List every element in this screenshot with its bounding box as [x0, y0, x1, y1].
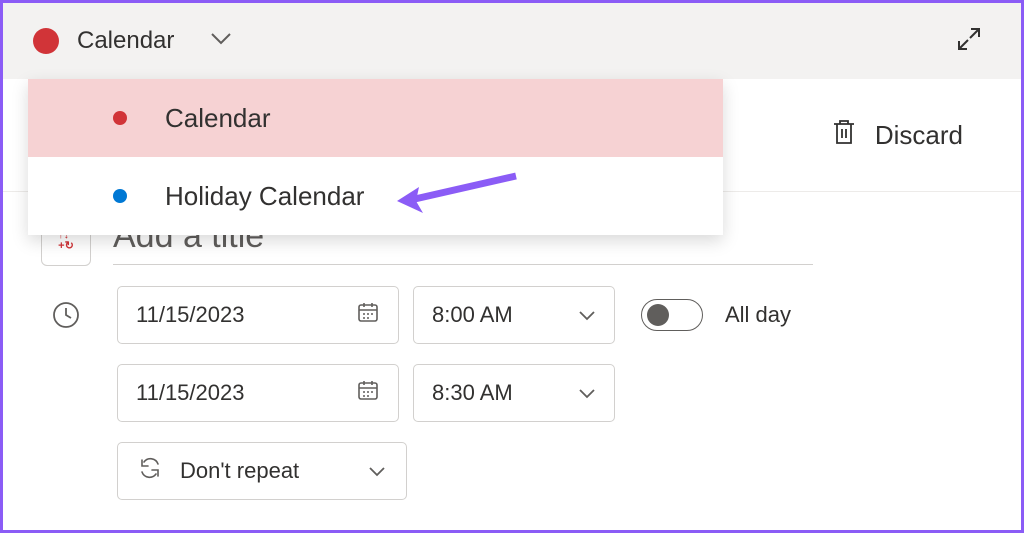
- end-date-value: 11/15/2023: [136, 380, 244, 406]
- end-datetime-row: 11/15/2023 8:30 AM: [41, 364, 969, 422]
- repeat-row: Don't repeat: [41, 442, 969, 500]
- start-date-value: 11/15/2023: [136, 302, 244, 328]
- dropdown-item-label: Holiday Calendar: [165, 181, 364, 212]
- start-date-input[interactable]: 11/15/2023: [117, 286, 399, 344]
- chevron-down-icon: [210, 32, 232, 51]
- calendar-icon: [356, 300, 380, 330]
- calendar-dot-icon: [113, 111, 127, 125]
- expand-icon[interactable]: [955, 25, 983, 58]
- end-time-value: 8:30 AM: [432, 380, 513, 406]
- chevron-down-icon: [578, 302, 596, 328]
- clock-icon: [41, 300, 91, 330]
- dropdown-item-label: Calendar: [165, 103, 271, 134]
- chevron-down-icon: [368, 458, 386, 484]
- dropdown-item-calendar[interactable]: Calendar: [28, 79, 723, 157]
- start-time-input[interactable]: 8:00 AM: [413, 286, 615, 344]
- toggle-thumb: [647, 304, 669, 326]
- all-day-toggle[interactable]: [641, 299, 703, 331]
- start-datetime-row: 11/15/2023 8:00 AM All day: [41, 286, 969, 344]
- all-day-label: All day: [725, 302, 791, 328]
- header-bar: Calendar: [3, 3, 1021, 79]
- repeat-selector[interactable]: Don't repeat: [117, 442, 407, 500]
- end-date-input[interactable]: 11/15/2023: [117, 364, 399, 422]
- calendar-icon: [356, 378, 380, 408]
- dropdown-item-holiday-calendar[interactable]: Holiday Calendar: [28, 157, 723, 235]
- chevron-down-icon: [578, 380, 596, 406]
- calendar-dropdown-menu: Calendar Holiday Calendar: [28, 79, 723, 235]
- calendar-dot-icon: [113, 189, 127, 203]
- calendar-selector[interactable]: Calendar: [33, 27, 232, 55]
- repeat-icon: [138, 456, 162, 486]
- calendar-selector-label: Calendar: [77, 27, 174, 55]
- discard-button[interactable]: Discard: [831, 117, 963, 154]
- event-form: ↑↓+↻ 11/15/2023 8:00 AM All day 11/15/20…: [3, 192, 1021, 500]
- all-day-toggle-container: All day: [641, 299, 791, 331]
- start-time-value: 8:00 AM: [432, 302, 513, 328]
- discard-label: Discard: [875, 120, 963, 151]
- end-time-input[interactable]: 8:30 AM: [413, 364, 615, 422]
- calendar-color-icon: [33, 28, 59, 54]
- trash-icon: [831, 117, 857, 154]
- repeat-label: Don't repeat: [180, 458, 299, 484]
